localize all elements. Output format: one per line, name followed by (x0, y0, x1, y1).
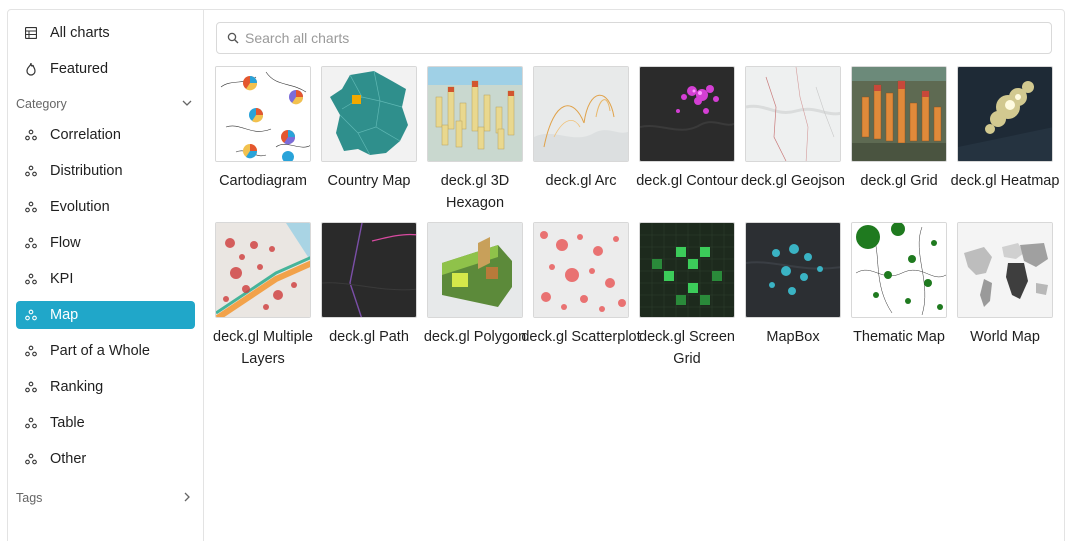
category-icon (24, 272, 38, 286)
category-icon (24, 308, 38, 322)
category-icon (24, 416, 38, 430)
chart-card-label: deck.gl Multiple Layers (213, 329, 313, 367)
chart-card-deckgl-geojson[interactable]: deck.gl Geojson (741, 66, 845, 192)
sidebar-item-evolution[interactable]: Evolution (16, 193, 195, 221)
chart-thumbnail[interactable] (745, 222, 841, 318)
sidebar-item-label: Part of a Whole (50, 343, 150, 359)
category-icon (24, 164, 38, 178)
chart-card-label: World Map (970, 329, 1040, 345)
sidebar-item-label: Flow (50, 235, 81, 251)
chart-thumbnail[interactable] (639, 222, 735, 318)
chart-card-label: Cartodiagram (219, 173, 307, 189)
chart-card-deckgl-scatterplot[interactable]: deck.gl Scatterplot (521, 222, 641, 348)
chart-card-label: deck.gl Grid (860, 173, 938, 189)
category-icon (24, 452, 38, 466)
sidebar-item-correlation[interactable]: Correlation (16, 121, 195, 149)
chart-card-label: MapBox (766, 329, 820, 345)
chart-thumbnail[interactable] (533, 66, 629, 162)
chart-card-label: deck.gl Scatterplot (521, 329, 641, 345)
sidebar-item-all-charts[interactable]: All charts (16, 19, 195, 47)
chart-card-label: deck.gl Screen Grid (639, 329, 735, 367)
fire-icon (24, 62, 38, 76)
sidebar-item-ranking[interactable]: Ranking (16, 373, 195, 401)
chart-card-label: deck.gl Heatmap (950, 173, 1060, 189)
sidebar-item-label: KPI (50, 271, 74, 287)
tags-header-label: Tags (16, 491, 43, 505)
chart-card-label: deck.gl Polygon (423, 329, 527, 345)
category-header-label: Category (16, 97, 67, 111)
chart-card-deckgl-3d-hexagon[interactable]: deck.gl 3D Hexagon (427, 66, 523, 214)
chart-card-label: deck.gl Geojson (741, 173, 845, 189)
chart-thumbnail[interactable] (851, 66, 947, 162)
chart-card-deckgl-path[interactable]: deck.gl Path (321, 222, 417, 348)
chart-card-country-map[interactable]: Country Map (321, 66, 417, 192)
search-icon (227, 32, 239, 44)
sidebar-item-table[interactable]: Table (16, 409, 195, 437)
sidebar-item-label: Distribution (50, 163, 123, 179)
category-icon (24, 236, 38, 250)
chart-thumbnail[interactable] (427, 66, 523, 162)
chevron-right-icon (181, 491, 195, 505)
table-icon (24, 26, 38, 40)
chart-card-world-map[interactable]: World Map (957, 222, 1053, 348)
chart-thumbnail[interactable] (851, 222, 947, 318)
category-icon (24, 344, 38, 358)
chart-card-deckgl-contour[interactable]: deck.gl Contour (636, 66, 738, 192)
chart-card-label: deck.gl Arc (545, 173, 617, 189)
chart-card-thematic-map[interactable]: Thematic Map (851, 222, 947, 348)
sidebar-item-kpi[interactable]: KPI (16, 265, 195, 293)
category-section-header[interactable]: Category (16, 93, 195, 115)
sidebar-item-label: Ranking (50, 379, 104, 395)
chart-card-deckgl-polygon[interactable]: deck.gl Polygon (424, 222, 526, 348)
sidebar-item-featured[interactable]: Featured (16, 55, 195, 83)
tags-section-header[interactable]: Tags (16, 487, 195, 509)
sidebar-item-label: Other (50, 451, 87, 467)
sidebar-item-map[interactable]: Map (16, 301, 195, 329)
chart-card-deckgl-screen-grid[interactable]: deck.gl Screen Grid (639, 222, 735, 370)
chevron-down-icon (181, 97, 195, 111)
chart-card-deckgl-multiple-layers[interactable]: deck.gl Multiple Layers (213, 222, 313, 370)
chart-thumbnail[interactable] (215, 66, 311, 162)
sidebar-item-label: Correlation (50, 127, 121, 143)
sidebar-item-label: Table (50, 415, 85, 431)
chart-card-deckgl-grid[interactable]: deck.gl Grid (851, 66, 947, 192)
sidebar-item-label: Featured (50, 61, 109, 77)
chart-card-mapbox[interactable]: MapBox (745, 222, 841, 348)
sidebar-item-label: Map (50, 307, 79, 323)
search-box[interactable] (216, 22, 1052, 54)
chart-thumbnail[interactable] (321, 222, 417, 318)
chart-card-label: deck.gl Contour (636, 173, 738, 189)
category-icon (24, 380, 38, 394)
category-icon (24, 128, 38, 142)
chart-card-label: deck.gl 3D Hexagon (440, 173, 510, 211)
chart-card-cartodiagram[interactable]: Cartodiagram (215, 66, 311, 192)
chart-card-label: Country Map (327, 173, 411, 189)
chart-thumbnail[interactable] (427, 222, 523, 318)
sidebar-item-label: All charts (50, 25, 110, 41)
chart-card-deckgl-heatmap[interactable]: deck.gl Heatmap (951, 66, 1059, 192)
chart-thumbnail[interactable] (215, 222, 311, 318)
chart-gallery-main: Cartodiagram Country Map deck.gl 3D Hexa… (205, 10, 1065, 541)
chart-card-label: deck.gl Path (329, 329, 409, 345)
chart-thumbnail[interactable] (639, 66, 735, 162)
chart-card-deckgl-arc[interactable]: deck.gl Arc (533, 66, 629, 192)
sidebar-item-distribution[interactable]: Distribution (16, 157, 195, 185)
chart-thumbnail[interactable] (533, 222, 629, 318)
chart-thumbnail[interactable] (957, 66, 1053, 162)
sidebar-item-part-of-a-whole[interactable]: Part of a Whole (16, 337, 195, 365)
chart-thumbnail[interactable] (321, 66, 417, 162)
sidebar-item-other[interactable]: Other (16, 445, 195, 473)
sidebar: All charts Featured Category Correlation… (8, 10, 204, 541)
chart-thumbnail[interactable] (957, 222, 1053, 318)
sidebar-item-label: Evolution (50, 199, 110, 215)
chart-thumbnail[interactable] (745, 66, 841, 162)
category-icon (24, 200, 38, 214)
chart-gallery-panel: All charts Featured Category Correlation… (7, 9, 1065, 541)
chart-card-label: Thematic Map (853, 329, 945, 345)
search-input[interactable] (245, 30, 1035, 46)
sidebar-item-flow[interactable]: Flow (16, 229, 195, 257)
